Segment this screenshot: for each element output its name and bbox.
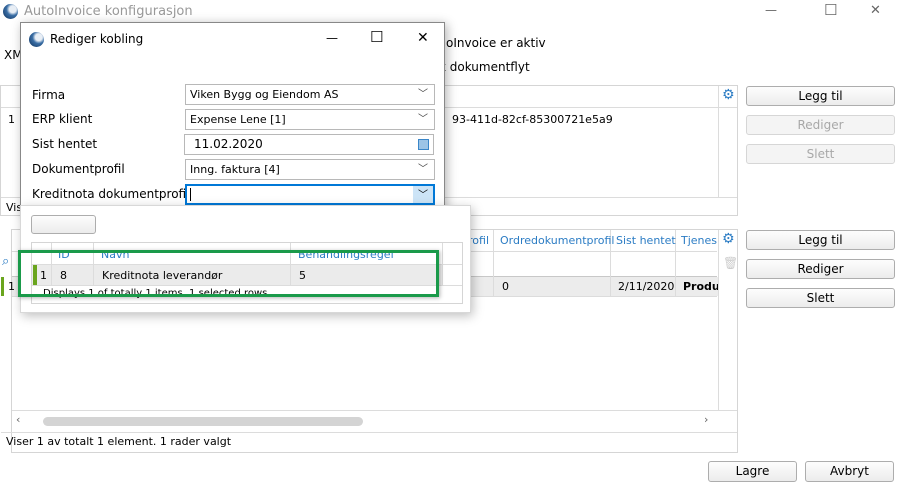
chevron-down-icon: ﹀ xyxy=(418,114,428,125)
upper-add-button[interactable]: Legg til xyxy=(746,86,895,106)
erp-client-label: ERP klient xyxy=(32,112,93,126)
last-fetched-label: Sist hentet xyxy=(32,137,98,151)
trash-icon[interactable]: 🗑 xyxy=(723,256,738,270)
cell-sist-hentet[interactable]: 2/11/2020 xyxy=(618,280,674,293)
calendar-icon[interactable] xyxy=(418,139,429,150)
row-indicator xyxy=(1,277,4,296)
column-header-sist-hentet[interactable]: Sist hentet xyxy=(616,234,676,247)
scroll-left-icon[interactable]: ‹ xyxy=(16,413,20,426)
column-header-profile[interactable]: rofil xyxy=(468,234,489,247)
dialog-minimize-button[interactable]: — xyxy=(326,31,338,45)
maximize-button[interactable]: ☐ xyxy=(824,1,837,19)
credit-note-profile-select[interactable]: ﹀ xyxy=(185,184,435,205)
credit-note-profile-label: Kreditnota dokumentprofil xyxy=(32,187,190,201)
erp-client-select[interactable]: Expense Lene [1] ﹀ xyxy=(185,109,435,130)
upper-grid-settings-icon[interactable]: ⚙ xyxy=(722,87,735,103)
cell-ordredokumentprofil[interactable]: 0 xyxy=(502,280,509,293)
horizontal-scrollbar[interactable] xyxy=(43,417,363,426)
chevron-down-icon: ﹀ xyxy=(418,164,428,175)
filter-search-icon[interactable]: ⌕ xyxy=(2,254,9,269)
close-button[interactable]: ✕ xyxy=(870,3,881,18)
upper-grid-row-value[interactable]: 93-411d-82cf-85300721e5a9 xyxy=(452,113,613,126)
lower-add-button[interactable]: Legg til xyxy=(746,230,895,250)
dropdown-clear-button[interactable] xyxy=(31,215,96,234)
highlight-box xyxy=(18,250,439,297)
firma-value: Viken Bygg og Eiendom AS xyxy=(190,88,339,101)
chevron-down-icon: ﹀ xyxy=(418,89,428,100)
lower-delete-button[interactable]: Slett xyxy=(746,288,895,308)
lower-grid-settings-icon[interactable]: ⚙ xyxy=(722,231,735,247)
lower-grid-row-number: 1 xyxy=(8,280,15,293)
window-title: AutoInvoice konfigurasjon xyxy=(24,4,193,19)
lower-grid-status: Viser 1 av totalt 1 element. 1 rader val… xyxy=(6,435,232,448)
cell-tjeneste[interactable]: Produc xyxy=(683,280,718,293)
last-fetched-date-input[interactable]: 11.02.2020 xyxy=(184,134,434,155)
last-fetched-value: 11.02.2020 xyxy=(194,137,263,151)
dialog-maximize-button[interactable]: ☐ xyxy=(370,28,383,46)
document-profile-label: Dokumentprofil xyxy=(32,162,125,176)
cancel-button[interactable]: Avbryt xyxy=(805,461,894,482)
scroll-right-icon[interactable]: › xyxy=(704,413,708,426)
dialog-title: Rediger kobling xyxy=(50,32,144,46)
autoinvoice-active-label: oInvoice er aktiv xyxy=(446,36,546,50)
upper-grid-row-number: 1 xyxy=(8,113,15,126)
firma-label: Firma xyxy=(32,88,66,102)
upper-delete-button[interactable]: Slett xyxy=(746,144,895,164)
lower-edit-button[interactable]: Rediger xyxy=(746,259,895,279)
chevron-down-icon[interactable]: ﹀ xyxy=(413,186,433,203)
firma-select[interactable]: Viken Bygg og Eiendom AS ﹀ xyxy=(185,84,435,105)
erp-client-value: Expense Lene [1] xyxy=(190,113,286,126)
save-button[interactable]: Lagre xyxy=(708,461,797,482)
dialog-icon xyxy=(29,32,44,47)
column-header-ordredokumentprofil[interactable]: Ordredokumentprofil xyxy=(500,234,614,247)
app-icon xyxy=(3,4,18,19)
minimize-button[interactable]: — xyxy=(765,3,777,17)
document-profile-value: Inng. faktura [4] xyxy=(190,163,280,176)
document-profile-select[interactable]: Inng. faktura [4] ﹀ xyxy=(185,159,435,180)
upper-edit-button[interactable]: Rediger xyxy=(746,115,895,135)
dialog-close-button[interactable]: ✕ xyxy=(417,30,429,46)
column-header-tjeneste[interactable]: Tjeneste xyxy=(681,234,717,247)
document-flow-label: k dokumentflyt xyxy=(439,60,530,74)
